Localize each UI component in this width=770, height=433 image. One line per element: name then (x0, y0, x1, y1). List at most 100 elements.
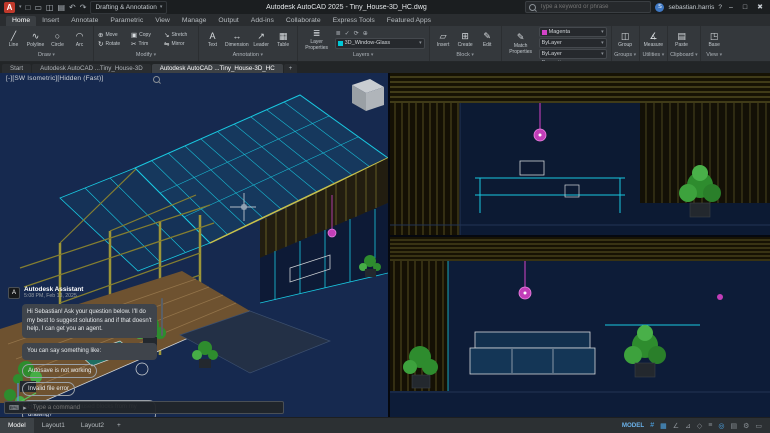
assistant-scrollbar[interactable] (161, 298, 163, 336)
viewport-interior-bottom[interactable] (390, 237, 770, 417)
new-layout-button[interactable]: + (112, 418, 126, 433)
file-tab[interactable]: Start (2, 64, 31, 73)
qat-icon[interactable]: ◫ (46, 2, 54, 13)
autocad-window: A ▾ □▭◫▤↶↷ Drafting & Annotation ▾ Autod… (0, 0, 770, 433)
ribbon-button[interactable]: ✎Edit (478, 31, 497, 48)
ribbon-tab[interactable]: Add-ins (245, 16, 280, 26)
layer-tool-icon[interactable]: ≣ (336, 30, 341, 37)
workspace-dropdown[interactable]: Drafting & Annotation ▾ (90, 1, 167, 14)
keyboard-icon: ⌨ (9, 404, 19, 412)
qat-icon[interactable]: ↷ (80, 2, 87, 13)
ribbon-button[interactable]: ↗Leader (252, 31, 271, 48)
new-drawing-tab-button[interactable]: + (284, 64, 298, 73)
ribbon-button[interactable]: ⊞Create (456, 31, 475, 48)
tool-icon: ✂ (131, 40, 136, 48)
ribbon-button[interactable]: ⊕Move (98, 31, 128, 39)
ribbon-button[interactable]: ◫Group (616, 31, 635, 48)
layout-tab[interactable]: Layout2 (73, 418, 112, 433)
assistant-suggestion-label: You can say something like: (22, 343, 157, 360)
close-button[interactable]: ✖ (754, 3, 766, 11)
search-box[interactable] (525, 1, 651, 13)
ribbon-button[interactable]: ↔Dimension (225, 31, 249, 48)
suggestion-chip[interactable]: Autosave is not working (22, 364, 97, 378)
ribbon-button[interactable]: ∡Measure (644, 31, 663, 48)
assistant-message: Hi Sebastian! Ask your question below. I… (22, 304, 157, 338)
file-tab[interactable]: Autodesk AutoCAD ...Tiny_House-3D (32, 64, 151, 73)
qat-icon[interactable]: □ (26, 2, 31, 13)
layer-properties-button[interactable]: ≣ Layer Properties (302, 28, 332, 51)
command-line[interactable]: ⌨ ▸ (4, 401, 284, 414)
qat-icon[interactable]: ▤ (57, 2, 65, 13)
status-toggle-icon[interactable]: ∠ (673, 422, 679, 430)
status-toggle-icon[interactable]: ▤ (730, 422, 737, 430)
file-tab[interactable]: Autodesk AutoCAD ...Tiny_House-3D_HC (152, 64, 283, 73)
ribbon-button[interactable]: ▤Paste (672, 31, 691, 48)
lineweight-dropdown[interactable]: ByLayer ▾ (539, 49, 607, 59)
chevron-down-icon: ▾ (260, 52, 263, 58)
ribbon-button[interactable]: ╱Line (4, 31, 23, 48)
ribbon-button[interactable]: ▦Table (274, 31, 293, 48)
status-toggle-icon[interactable]: ◇ (697, 422, 702, 430)
app-menu-caret-icon[interactable]: ▾ (19, 4, 22, 10)
qat-icon[interactable]: ↶ (69, 2, 76, 13)
ribbon-tab[interactable]: Home (6, 16, 36, 26)
layout-tab[interactable]: Layout1 (34, 418, 73, 433)
assistant-avatar: A (8, 287, 20, 299)
ribbon-button[interactable]: ⇋Mirror (164, 40, 194, 48)
qat-icon[interactable]: ▭ (34, 2, 42, 13)
ribbon-button[interactable]: ↘Stretch (164, 31, 194, 39)
ribbon-tab[interactable]: View (149, 16, 176, 26)
ribbon-tab[interactable]: Insert (36, 16, 65, 26)
ribbon-tab[interactable]: Manage (176, 16, 213, 26)
search-input[interactable] (539, 4, 647, 10)
layer-tool-icon[interactable]: ⊕ (363, 30, 368, 37)
status-toggle-icon[interactable]: ≡ (708, 422, 712, 429)
signed-in-user[interactable]: sebastian.harris (668, 4, 714, 11)
viewport-controls-label[interactable]: [-][SW Isometric][Hidden (Fast)] (6, 75, 103, 82)
ribbon-button[interactable]: ◠Arc (70, 31, 89, 48)
status-toggle-icon[interactable]: ◎ (718, 422, 724, 430)
ribbon-button[interactable]: ○Circle (48, 31, 67, 48)
chevron-down-icon: ▾ (471, 52, 474, 58)
maximize-button[interactable]: □ (740, 4, 750, 11)
viewport-interior-top[interactable] (390, 73, 770, 235)
ribbon-tab[interactable]: Annotate (65, 16, 104, 26)
status-toggle-icon[interactable]: ▭ (755, 422, 762, 430)
chevron-down-icon: ▾ (662, 52, 665, 58)
model-space-indicator[interactable]: MODEL (616, 418, 650, 433)
layer-dropdown[interactable]: 3D_Window-Glass ▾ (335, 38, 425, 49)
ribbon-button[interactable]: ▱Insert (434, 31, 453, 48)
layer-tool-icon[interactable]: ✓ (345, 30, 350, 37)
ribbon-tab[interactable]: Featured Apps (381, 16, 437, 26)
ribbon-button[interactable]: ↻Rotate (98, 40, 128, 48)
ribbon-tab[interactable]: Express Tools (327, 16, 381, 26)
suggestion-chip[interactable]: Invalid file error (22, 382, 75, 396)
status-toggle-icon[interactable]: ⊿ (685, 422, 691, 430)
ribbon-tab[interactable]: Output (212, 16, 244, 26)
help-icon[interactable]: ? (718, 4, 722, 11)
ribbon-button[interactable]: ✂Trim (131, 40, 161, 48)
ribbon-button[interactable]: ▣Copy (131, 31, 161, 39)
match-properties-button[interactable]: ✎ Match Properties (506, 32, 536, 55)
minimize-button[interactable]: – (726, 4, 736, 11)
linetype-dropdown[interactable]: ByLayer ▾ (539, 38, 607, 48)
ribbon-tab[interactable]: Parametric (104, 16, 149, 26)
ribbon-button[interactable]: ∿Polyline (26, 31, 45, 48)
ribbon-button[interactable]: AText (203, 31, 222, 48)
avatar[interactable]: S (655, 3, 664, 12)
window-title: Autodesk AutoCAD 2025 - Tiny_House-3D_HC… (171, 4, 521, 11)
layer-tool-icon[interactable]: ⟳ (354, 30, 359, 37)
ribbon-tab[interactable]: Collaborate (280, 16, 327, 26)
chevron-down-icon: ▾ (160, 4, 163, 10)
autocad-logo-icon[interactable]: A (4, 2, 15, 13)
layout-tab[interactable]: Model (0, 418, 34, 433)
status-toggle-icon[interactable]: # (650, 422, 654, 429)
color-dropdown[interactable]: Magenta ▾ (539, 27, 607, 37)
ribbon-button[interactable]: ◳Base (705, 31, 724, 48)
status-toggle-icon[interactable]: ▦ (660, 422, 667, 430)
search-icon (153, 76, 160, 83)
tool-icon: ▱ (440, 31, 447, 41)
command-input[interactable] (31, 403, 279, 412)
ribbon-tab-bar: HomeInsertAnnotateParametricViewManageOu… (0, 14, 770, 26)
status-toggle-icon[interactable]: ⚙ (743, 422, 749, 430)
